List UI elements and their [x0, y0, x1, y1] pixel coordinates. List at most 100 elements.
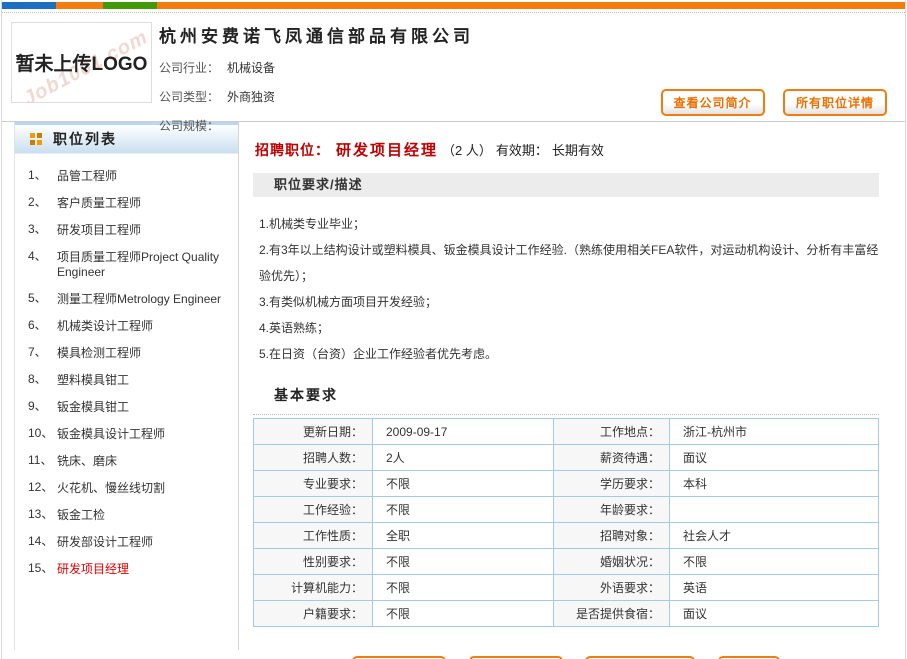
sidebar-item-8[interactable]: 8、塑料模具钳工 [15, 367, 238, 394]
item-label: 钣金工检 [57, 508, 234, 523]
cell-label: 户籍要求： [254, 601, 373, 627]
company-info: 杭州安费诺飞凤通信部品有限公司 公司行业：机械设备 公司类型：外商独资 公司规模… [159, 20, 891, 134]
sidebar-item-15-active[interactable]: 15、研发项目经理 [15, 556, 238, 583]
top-bar-segment-orange [56, 2, 103, 9]
sidebar-item-9[interactable]: 9、钣金模具钳工 [15, 394, 238, 421]
sidebar-item-3[interactable]: 3、研发项目工程师 [15, 217, 238, 244]
view-company-profile-button[interactable]: 查看公司简介 [661, 89, 765, 116]
item-label: 模具检测工程师 [57, 346, 234, 361]
item-number: 8、 [15, 373, 57, 388]
sidebar-item-12[interactable]: 12、火花机、慢丝线切割 [15, 475, 238, 502]
validity-label: 有效期： [496, 143, 548, 158]
item-label: 研发项目经理 [57, 562, 234, 577]
table-row: 性别要求： 不限 婚姻状况： 不限 [254, 549, 879, 575]
all-positions-button[interactable]: 所有职位详情 [783, 89, 887, 116]
item-number: 9、 [15, 400, 57, 415]
cell-value: 2人 [373, 445, 554, 471]
item-number: 15、 [15, 562, 57, 577]
cell-label: 计算机能力： [254, 575, 373, 601]
cell-value: 不限 [373, 575, 554, 601]
job-description: 1.机械类专业毕业； 2.有3年以上结构设计或塑料模具、钣金模具设计工作经验.（… [253, 197, 879, 373]
table-row: 更新日期： 2009-09-17 工作地点： 浙江-杭州市 [254, 419, 879, 445]
cell-value: 不限 [373, 471, 554, 497]
company-industry-row: 公司行业： 机械设备 [159, 59, 891, 76]
company-industry-label: 公司行业： [159, 61, 219, 75]
table-row: 招聘人数： 2人 薪资待遇： 面议 [254, 445, 879, 471]
item-number: 12、 [15, 481, 57, 496]
cell-value: 本科 [670, 471, 879, 497]
job-header: 招聘职位：研发项目经理（2 人）有效期：长期有效 [255, 139, 879, 160]
item-label: 钣金模具钳工 [57, 400, 234, 415]
item-number: 1、 [15, 169, 57, 184]
company-type-value: 外商独资 [227, 90, 275, 104]
sidebar-item-10[interactable]: 10、钣金模具设计工程师 [15, 421, 238, 448]
sidebar-item-13[interactable]: 13、钣金工检 [15, 502, 238, 529]
sidebar-item-5[interactable]: 5、测量工程师Metrology Engineer [15, 286, 238, 313]
logo-placeholder-text: 暂未上传LOGO [12, 23, 151, 102]
cell-value: 不限 [373, 601, 554, 627]
item-label: 机械类设计工程师 [57, 319, 234, 334]
item-label: 品管工程师 [57, 169, 234, 184]
grid-icon [30, 133, 42, 145]
job-list: 1、品管工程师 2、客户质量工程师 3、研发项目工程师 4、项目质量工程师Pro… [15, 154, 238, 583]
item-number: 3、 [15, 223, 57, 238]
item-number: 10、 [15, 427, 57, 442]
cell-label: 性别要求： [254, 549, 373, 575]
validity-value: 长期有效 [552, 143, 604, 158]
top-bar-segment-orange-long [157, 2, 905, 9]
job-headcount: （2 人） [442, 143, 492, 158]
company-logo-placeholder: Job1001.com 暂未上传LOGO [11, 22, 152, 103]
item-label: 塑料模具钳工 [57, 373, 234, 388]
cell-value: 全职 [373, 523, 554, 549]
cell-value: 面议 [670, 601, 879, 627]
item-label: 研发项目工程师 [57, 223, 234, 238]
item-number: 11、 [15, 454, 57, 469]
cell-label: 招聘对象： [554, 523, 670, 549]
cell-label: 招聘人数： [254, 445, 373, 471]
company-type-label: 公司类型： [159, 90, 219, 104]
sidebar-title: 职位列表 [53, 129, 117, 149]
item-number: 6、 [15, 319, 57, 334]
company-industry-value: 机械设备 [227, 61, 275, 75]
cell-label: 工作地点： [554, 419, 670, 445]
cell-value: 不限 [373, 549, 554, 575]
item-label: 测量工程师Metrology Engineer [57, 292, 234, 307]
item-label: 研发部设计工程师 [57, 535, 234, 550]
cell-label: 工作性质： [254, 523, 373, 549]
sidebar-item-2[interactable]: 2、客户质量工程师 [15, 190, 238, 217]
basic-requirements-header: 基本要求 [253, 373, 879, 415]
item-number: 2、 [15, 196, 57, 211]
cell-label: 专业要求： [254, 471, 373, 497]
sidebar-item-14[interactable]: 14、研发部设计工程师 [15, 529, 238, 556]
item-number: 4、 [15, 250, 57, 280]
table-row: 工作性质： 全职 招聘对象： 社会人才 [254, 523, 879, 549]
desc-line: 4.英语熟练； [259, 315, 879, 341]
sidebar-item-11[interactable]: 11、铣床、磨床 [15, 448, 238, 475]
table-row: 工作经验： 不限 年龄要求： [254, 497, 879, 523]
desc-line: 5.在日资（台资）企业工作经验者优先考虑。 [259, 341, 879, 367]
cell-label: 婚姻状况： [554, 549, 670, 575]
requirements-section-header: 职位要求/描述 [253, 173, 879, 197]
table-row: 户籍要求： 不限 是否提供食宿： 面议 [254, 601, 879, 627]
company-size-row: 公司规模： [159, 117, 891, 134]
cell-value: 英语 [670, 575, 879, 601]
top-color-bar [2, 2, 905, 9]
sidebar-item-7[interactable]: 7、模具检测工程师 [15, 340, 238, 367]
desc-line: 1.机械类专业毕业； [259, 211, 879, 237]
job-title: 研发项目经理 [336, 142, 438, 159]
company-header: Job1001.com 暂未上传LOGO 杭州安费诺飞凤通信部品有限公司 公司行… [2, 13, 905, 121]
sidebar-item-4[interactable]: 4、项目质量工程师Project Quality Engineer [15, 244, 238, 286]
cell-value [670, 497, 879, 523]
cell-label: 工作经验： [254, 497, 373, 523]
cell-label: 是否提供食宿： [554, 601, 670, 627]
item-label: 铣床、磨床 [57, 454, 234, 469]
sidebar-item-1[interactable]: 1、品管工程师 [15, 163, 238, 190]
desc-line: 2.有3年以上结构设计或塑料模具、钣金模具设计工作经验.（熟练使用相关FEA软件… [259, 237, 879, 289]
table-row: 专业要求： 不限 学历要求： 本科 [254, 471, 879, 497]
top-bar-segment-green [103, 2, 157, 9]
top-bar-segment-blue [2, 2, 56, 9]
sidebar-item-6[interactable]: 6、机械类设计工程师 [15, 313, 238, 340]
basic-requirements-table: 更新日期： 2009-09-17 工作地点： 浙江-杭州市 招聘人数： 2人 薪… [253, 418, 879, 627]
cell-value: 浙江-杭州市 [670, 419, 879, 445]
cell-value: 不限 [670, 549, 879, 575]
